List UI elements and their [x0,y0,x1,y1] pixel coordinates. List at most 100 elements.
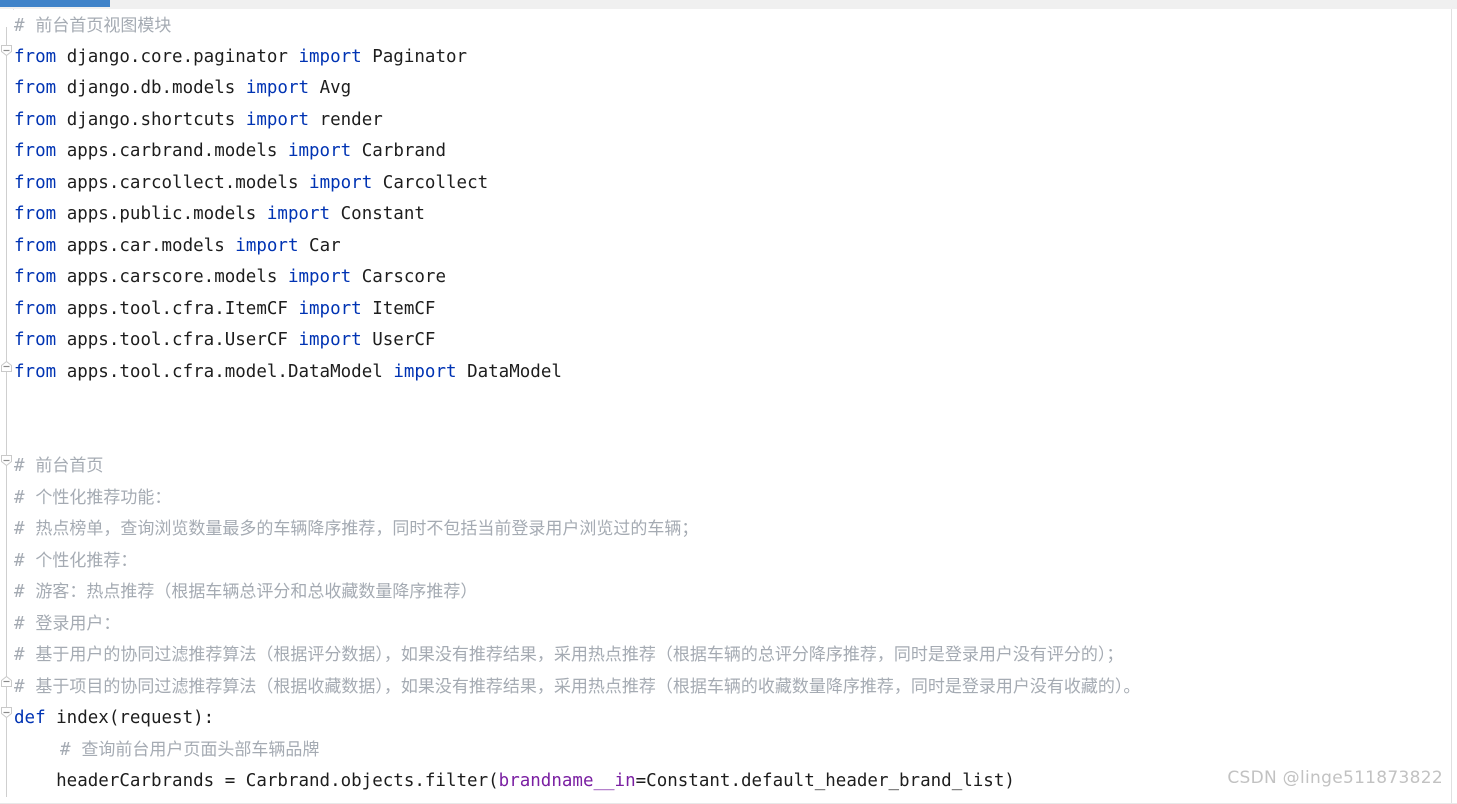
code-token-kw: import [393,362,457,382]
vertical-scrollbar-thumb[interactable] [1453,9,1457,159]
code-token-plain: Carscore [351,267,446,287]
comment-text: 基于项目的协同过滤推荐算法（根据收藏数据），如果没有推荐结果，采用热点推荐（根据… [24,677,1141,697]
code-token-kw: from [14,78,57,98]
fold-collapse-start-icon[interactable] [0,706,13,719]
code-token-plain: apps.car.models [56,236,236,256]
code-line[interactable]: # 前台首页视图模块 [14,11,171,43]
code-token-plain: Car [298,236,341,256]
code-token-plain: apps.tool.cfra.ItemCF [56,299,299,319]
code-token-kw: from [14,204,57,224]
code-line[interactable]: headerCarbrands = Carbrand.objects.filte… [14,766,1015,798]
comment-hash: # [14,551,25,571]
code-line[interactable]: from django.db.models import Avg [14,73,351,105]
code-line[interactable]: from apps.public.models import Constant [14,199,425,231]
code-line[interactable]: from apps.tool.cfra.ItemCF import ItemCF [14,294,435,326]
code-token-param: brandname__in [498,771,636,791]
code-token-kw: import [235,236,299,256]
code-token-plain: apps.carscore.models [56,267,288,287]
code-token-plain: DataModel [456,362,562,382]
code-token-kw: from [14,173,57,193]
comment-hash: # [60,740,71,760]
code-token-kw: from [14,267,57,287]
code-token-plain: Carcollect [372,173,489,193]
comment-text: 前台首页 [24,456,104,476]
code-token-plain: UserCF [361,330,436,350]
fold-collapse-start-icon[interactable] [0,44,13,57]
code-line[interactable]: # 查询前台用户页面头部车辆品牌 [60,735,319,767]
code-content-area[interactable]: # 前台首页视图模块 from django.core.paginator imp… [14,9,1452,804]
code-token-kw: def [14,708,46,728]
code-token-kw: from [14,47,57,67]
comment-text: 登录用户： [24,614,121,634]
code-line[interactable] [14,388,25,420]
fold-collapse-start-icon[interactable] [0,454,13,467]
code-token-plain: django.shortcuts [56,110,246,130]
comment-text: 基于用户的协同过滤推荐算法（根据评分数据），如果没有推荐结果，采用热点推荐（根据… [24,645,1124,665]
code-line[interactable]: from apps.carcollect.models import Carco… [14,168,488,200]
code-line[interactable]: from django.core.paginator import Pagina… [14,42,467,74]
code-token-kw: import [245,78,310,98]
comment-text: 游客：热点推荐（根据车辆总评分和总收藏数量降序推荐） [24,582,478,602]
code-line[interactable]: # 基于用户的协同过滤推荐算法（根据评分数据），如果没有推荐结果，采用热点推荐（… [14,640,1123,672]
code-token-kw: from [14,299,57,319]
code-line[interactable]: from apps.carscore.models import Carscor… [14,262,446,294]
code-token-kw: from [14,110,57,130]
comment-text: 前台首页视图模块 [24,16,172,36]
code-token-kw: from [14,362,57,382]
editor-gutter[interactable] [0,9,13,804]
code-line[interactable]: # 游客：热点推荐（根据车辆总评分和总收藏数量降序推荐） [14,577,477,609]
code-token-plain: apps.public.models [56,204,267,224]
code-editor-window: # 前台首页视图模块 from django.core.paginator imp… [0,0,1457,804]
code-line[interactable]: from django.shortcuts import render [14,105,383,137]
code-token-plain: ItemCF [361,299,436,319]
comment-text: 个性化推荐： [24,551,138,571]
fold-collapse-end-icon[interactable] [0,675,13,688]
code-line[interactable]: # 热点榜单，查询浏览数量最多的车辆降序推荐，同时不包括当前登录用户浏览过的车辆… [14,514,698,546]
comment-text: 热点榜单，查询浏览数量最多的车辆降序推荐，同时不包括当前登录用户浏览过的车辆； [24,519,699,539]
code-line[interactable]: # 个性化推荐： [14,546,137,578]
comment-hash: # [14,582,25,602]
comment-hash: # [14,645,25,665]
code-line[interactable]: from apps.carbrand.models import Carbran… [14,136,446,168]
code-token-plain: apps.tool.cfra.model.DataModel [56,362,394,382]
code-token-plain: apps.tool.cfra.UserCF [56,330,299,350]
code-token-plain: Paginator [361,47,468,67]
code-token-plain: Avg [309,78,352,98]
fold-collapse-end-icon[interactable] [0,360,13,373]
code-token-plain: django.db.models [56,78,246,98]
code-line[interactable] [14,420,25,452]
comment-text: 查询前台用户页面头部车辆品牌 [70,740,320,760]
code-line[interactable]: # 登录用户： [14,609,120,641]
code-token-plain: =Constant.default_header_brand_list) [635,771,1015,791]
code-token-plain: headerCarbrands = Carbrand.objects.filte… [14,771,499,791]
code-token-plain: index(request): [45,708,215,728]
code-line[interactable]: from apps.tool.cfra.UserCF import UserCF [14,325,435,357]
code-token-kw: import [245,110,310,130]
code-token-kw: import [298,299,362,319]
vertical-scrollbar-track[interactable] [1451,9,1457,804]
code-line[interactable]: from apps.car.models import Car [14,231,341,263]
code-token-plain: Carbrand [351,141,446,161]
active-tab-indicator[interactable] [0,0,110,7]
code-token-kw: import [287,267,352,287]
code-token-kw: from [14,236,57,256]
code-token-kw: import [298,47,362,67]
csdn-watermark: CSDN @linge511873822 [1227,768,1443,788]
code-token-kw: import [287,141,352,161]
comment-hash: # [14,519,25,539]
code-line[interactable]: def index(request): [14,703,214,735]
code-token-plain: django.core.paginator [56,47,299,67]
code-token-plain: render [309,110,383,130]
code-line[interactable]: # 个性化推荐功能： [14,483,171,515]
comment-hash: # [14,488,25,508]
code-line[interactable]: # 前台首页 [14,451,103,483]
code-token-kw: import [298,330,362,350]
comment-hash: # [14,614,25,634]
code-token-kw: from [14,141,57,161]
comment-hash: # [14,456,25,476]
code-token-plain: Constant [330,204,425,224]
code-line[interactable]: # 基于项目的协同过滤推荐算法（根据收藏数据），如果没有推荐结果，采用热点推荐（… [14,672,1140,704]
comment-hash: # [14,677,25,697]
comment-hash: # [14,16,25,36]
code-line[interactable]: from apps.tool.cfra.model.DataModel impo… [14,357,562,389]
